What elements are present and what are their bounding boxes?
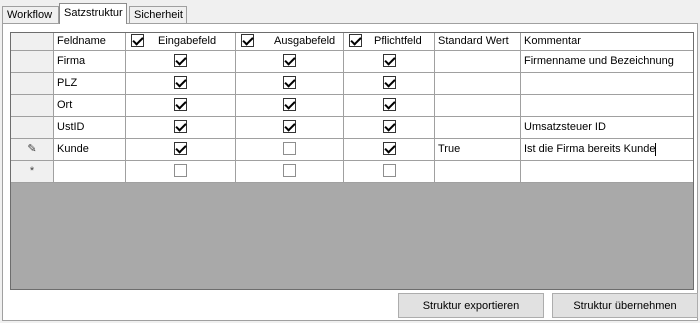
eingabe-checkbox[interactable]	[174, 75, 187, 89]
pflicht-cell[interactable]	[344, 73, 435, 95]
header-kommentar[interactable]: Kommentar	[521, 33, 693, 51]
eingabe-cell[interactable]	[126, 117, 236, 139]
standard-cell[interactable]	[435, 117, 521, 139]
header-ausgabefeld[interactable]: Ausgabefeld	[236, 33, 344, 51]
feldname-value: PLZ	[57, 77, 78, 89]
eingabe-cell[interactable]	[126, 51, 236, 73]
eingabe-checkbox[interactable]	[174, 119, 187, 133]
pflicht-checkbox[interactable]	[382, 119, 396, 133]
standard-cell[interactable]	[435, 95, 521, 117]
header-eingabefeld-label: Eingabefeld	[158, 35, 217, 47]
header-standard-wert[interactable]: Standard Wert	[435, 33, 521, 51]
kommentar-value: Umsatzsteuer ID	[524, 121, 606, 133]
kommentar-cell[interactable]	[521, 161, 693, 183]
eingabe-checkbox[interactable]	[174, 97, 187, 111]
table-row[interactable]: ✎ Kunde True Ist die Firma bereits Kunde	[11, 139, 693, 161]
eingabe-checkbox[interactable]	[174, 53, 187, 67]
new-row[interactable]: *	[11, 161, 693, 183]
kommentar-cell[interactable]: Firmenname und Bezeichnung	[521, 51, 693, 73]
grid-header: Feldname Eingabefeld Ausgabefeld Pflicht…	[11, 33, 693, 51]
export-structure-button[interactable]: Struktur exportieren	[398, 293, 544, 318]
pflicht-checkbox[interactable]	[382, 141, 396, 155]
eingabe-checkbox[interactable]	[174, 163, 187, 177]
pflicht-cell[interactable]	[344, 161, 435, 183]
kommentar-value: Ist die Firma bereits Kunde	[524, 143, 656, 155]
row-header[interactable]	[11, 73, 54, 95]
ausgabe-cell[interactable]	[236, 95, 344, 117]
standard-value: True	[438, 143, 461, 155]
row-header[interactable]	[11, 117, 54, 139]
table-row[interactable]: Firma Firmenname und Bezeichnung	[11, 51, 693, 73]
eingabe-checkbox[interactable]	[174, 141, 187, 155]
header-eingabefeld-checkbox[interactable]	[131, 33, 144, 47]
feldname-cell[interactable]: PLZ	[54, 73, 126, 95]
feldname-cell[interactable]: Ort	[54, 95, 126, 117]
ausgabe-checkbox[interactable]	[283, 141, 296, 155]
header-ausgabefeld-checkbox[interactable]	[241, 33, 254, 47]
feldname-value: Ort	[57, 99, 73, 111]
eingabe-cell[interactable]	[126, 73, 236, 95]
kommentar-cell[interactable]	[521, 95, 693, 117]
structure-grid[interactable]: Feldname Eingabefeld Ausgabefeld Pflicht…	[10, 32, 694, 290]
feldname-cell[interactable]: Firma	[54, 51, 126, 73]
header-corner[interactable]	[11, 33, 54, 51]
ausgabe-checkbox[interactable]	[283, 163, 296, 177]
ausgabe-cell[interactable]	[236, 139, 344, 161]
tab-strip: Workflow Satzstruktur Sicherheit	[0, 0, 700, 24]
ausgabe-checkbox[interactable]	[283, 75, 296, 89]
feldname-value: Firma	[57, 55, 86, 67]
table-row[interactable]: PLZ	[11, 73, 693, 95]
header-eingabefeld[interactable]: Eingabefeld	[126, 33, 236, 51]
apply-structure-button[interactable]: Struktur übernehmen	[552, 293, 698, 318]
header-ausgabefeld-label: Ausgabefeld	[274, 35, 336, 47]
feldname-cell[interactable]	[54, 161, 126, 183]
row-header[interactable]	[11, 95, 54, 117]
kommentar-cell[interactable]: Umsatzsteuer ID	[521, 117, 693, 139]
standard-cell[interactable]	[435, 161, 521, 183]
table-row[interactable]: Ort	[11, 95, 693, 117]
header-pflichtfeld-checkbox[interactable]	[349, 33, 362, 47]
standard-cell[interactable]	[435, 73, 521, 95]
ausgabe-cell[interactable]	[236, 73, 344, 95]
ausgabe-cell[interactable]	[236, 161, 344, 183]
ausgabe-cell[interactable]	[236, 117, 344, 139]
header-pflichtfeld-label: Pflichtfeld	[374, 35, 422, 47]
pflicht-checkbox[interactable]	[382, 163, 396, 177]
ausgabe-checkbox[interactable]	[283, 119, 296, 133]
tab-workflow[interactable]: Workflow	[2, 6, 59, 24]
header-feldname[interactable]: Feldname	[54, 33, 126, 51]
text-caret	[655, 142, 657, 156]
pflicht-cell[interactable]	[344, 95, 435, 117]
eingabe-cell[interactable]	[126, 139, 236, 161]
kommentar-cell[interactable]	[521, 73, 693, 95]
pflicht-cell[interactable]	[344, 139, 435, 161]
pflicht-checkbox[interactable]	[382, 75, 396, 89]
pflicht-cell[interactable]	[344, 117, 435, 139]
table-row[interactable]: UstID Umsatzsteuer ID	[11, 117, 693, 139]
row-header[interactable]: *	[11, 161, 54, 183]
ausgabe-checkbox[interactable]	[283, 53, 296, 67]
ausgabe-cell[interactable]	[236, 51, 344, 73]
eingabe-cell[interactable]	[126, 95, 236, 117]
standard-cell[interactable]: True	[435, 139, 521, 161]
row-header[interactable]	[11, 51, 54, 73]
pflicht-cell[interactable]	[344, 51, 435, 73]
eingabe-cell[interactable]	[126, 161, 236, 183]
feldname-value: Kunde	[57, 143, 89, 155]
pflicht-checkbox[interactable]	[382, 97, 396, 111]
ausgabe-checkbox[interactable]	[283, 97, 296, 111]
kommentar-cell[interactable]: Ist die Firma bereits Kunde	[521, 139, 693, 161]
feldname-cell[interactable]: Kunde	[54, 139, 126, 161]
standard-cell[interactable]	[435, 51, 521, 73]
tab-sicherheit[interactable]: Sicherheit	[129, 6, 187, 24]
feldname-value: UstID	[57, 121, 85, 133]
kommentar-value: Firmenname und Bezeichnung	[524, 55, 674, 67]
feldname-cell[interactable]: UstID	[54, 117, 126, 139]
row-header[interactable]: ✎	[11, 139, 54, 161]
pflicht-checkbox[interactable]	[382, 53, 396, 67]
tab-satzstruktur[interactable]: Satzstruktur	[59, 3, 127, 24]
header-pflichtfeld[interactable]: Pflichtfeld	[344, 33, 435, 51]
